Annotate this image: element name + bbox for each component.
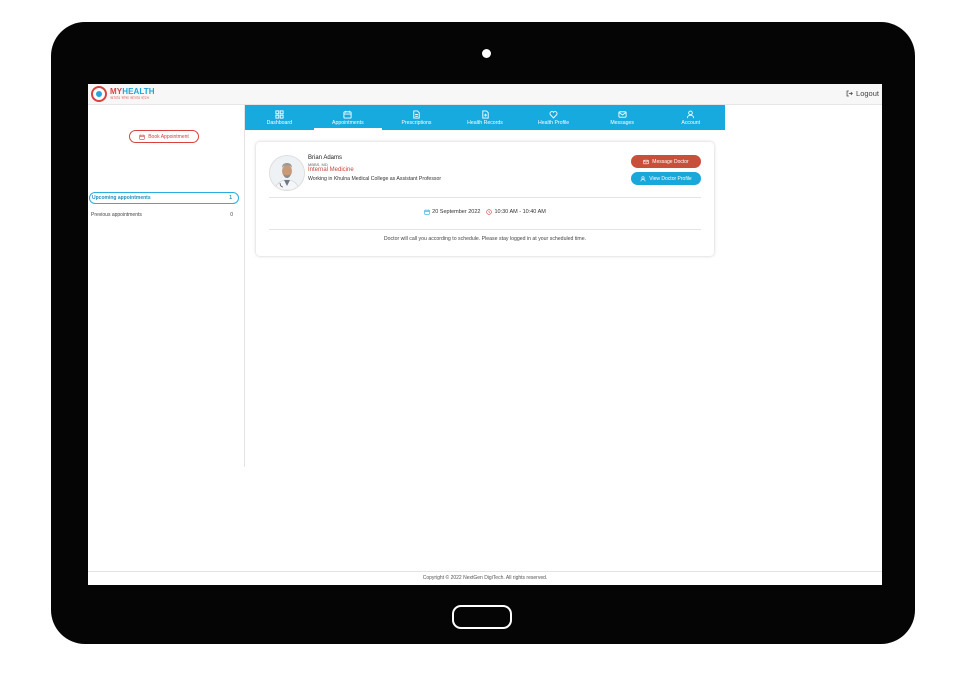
doctor-name: Brian Adams <box>308 155 343 161</box>
logout-icon <box>846 90 853 97</box>
divider <box>269 197 701 198</box>
tab-label: Account <box>681 119 701 126</box>
tab-label: Health Records <box>467 119 503 126</box>
doctor-photo-icon <box>270 156 304 190</box>
footer-copyright: Copyright © 2022 NextGen DigiTech. All r… <box>422 575 548 581</box>
camera-dot <box>482 49 491 58</box>
envelope-icon <box>618 110 627 118</box>
footer-divider <box>88 571 882 572</box>
view-doctor-profile-button[interactable]: View Doctor Profile <box>631 172 701 185</box>
envelope-icon <box>643 159 649 164</box>
app-screen: MYHEALTH আমার স্বাস্থ্য আমার হাতে Logout… <box>88 84 882 585</box>
message-doctor-button[interactable]: Message Doctor <box>631 155 701 168</box>
divider <box>269 229 701 230</box>
main-nav: Dashboard Appointments Prescriptions Hea… <box>245 105 725 130</box>
tab-health-records[interactable]: Health Records <box>451 105 520 130</box>
message-doctor-label: Message Doctor <box>652 158 689 165</box>
tab-dashboard[interactable]: Dashboard <box>245 105 314 130</box>
sidebar-item-count: 1 <box>229 195 232 201</box>
tab-label: Prescriptions <box>401 119 432 126</box>
sidebar-item-upcoming[interactable]: Upcoming appointments 1 <box>89 192 239 204</box>
doctor-specialty: Internal Medicine <box>308 167 354 173</box>
appointment-card: Brian Adams MBBS, MD Internal Medicine W… <box>256 142 714 256</box>
sidebar-item-label: Previous appointments <box>91 212 142 218</box>
doctor-workplace: Working in Khulna Medical College as Ass… <box>308 176 442 182</box>
dashboard-icon <box>275 109 284 119</box>
logo[interactable]: MYHEALTH আমার স্বাস্থ্য আমার হাতে <box>91 85 155 103</box>
logout-label: Logout <box>856 89 879 98</box>
sidebar-divider <box>244 105 245 467</box>
tab-health-profile[interactable]: Health Profile <box>519 105 588 130</box>
appointment-note: Doctor will call you according to schedu… <box>383 236 587 242</box>
tab-label: Health Profile <box>538 119 570 126</box>
logo-tagline: আমার স্বাস্থ্য আমার হাতে <box>110 95 150 100</box>
medical-file-icon <box>481 109 489 119</box>
user-icon <box>687 110 695 118</box>
sidebar: Book Appointment Upcoming appointments 1… <box>88 105 244 585</box>
tab-account[interactable]: Account <box>656 105 725 130</box>
doctor-avatar[interactable] <box>269 155 305 191</box>
tab-prescriptions[interactable]: Prescriptions <box>382 105 451 130</box>
appointment-time: 10:30 AM - 10:40 AM <box>494 209 546 215</box>
book-appointment-button[interactable]: Book Appointment <box>129 130 199 143</box>
document-icon <box>413 109 420 119</box>
top-bar: MYHEALTH আমার স্বাস্থ্য আমার হাতে Logout <box>88 84 882 105</box>
clock-icon <box>486 209 493 215</box>
heart-icon <box>549 110 558 119</box>
tab-appointments[interactable]: Appointments <box>313 105 383 130</box>
calendar-icon <box>424 209 430 215</box>
calendar-icon <box>139 134 145 140</box>
logo-icon <box>91 86 107 102</box>
sidebar-item-previous[interactable]: Previous appointments 0 <box>89 209 239 221</box>
view-doctor-profile-label: View Doctor Profile <box>649 175 692 182</box>
user-icon <box>640 175 646 181</box>
tab-messages[interactable]: Messages <box>588 105 657 130</box>
book-appointment-label: Book Appointment <box>148 133 189 140</box>
tab-label: Dashboard <box>266 119 292 126</box>
tab-label: Messages <box>610 119 634 126</box>
sidebar-item-count: 0 <box>230 212 233 218</box>
calendar-icon <box>343 110 352 119</box>
appointment-schedule: 20 September 2022 10:30 AM - 10:40 AM <box>256 209 714 215</box>
home-button[interactable] <box>452 605 512 629</box>
appointment-date: 20 September 2022 <box>432 209 481 215</box>
tab-label: Appointments <box>332 119 364 126</box>
sidebar-item-label: Upcoming appointments <box>92 195 151 201</box>
logout-button[interactable]: Logout <box>846 89 879 98</box>
